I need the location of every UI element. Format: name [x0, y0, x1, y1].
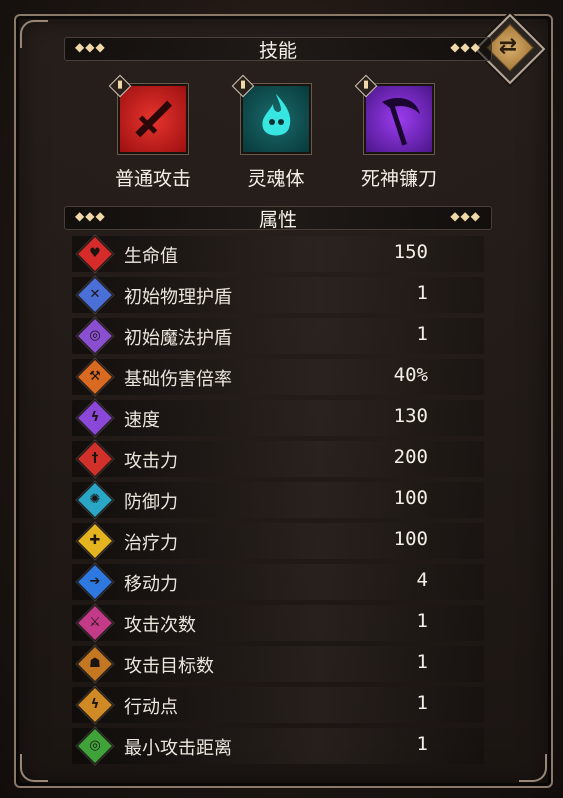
- attribute-name: 行动点: [124, 697, 178, 718]
- attribute-row-action-point: ϟ 行动点 1: [72, 686, 484, 724]
- magic-glyph: ◎: [89, 328, 101, 343]
- spirit-flame-icon: [262, 94, 291, 136]
- attribute-row-attack: † 攻击力 200: [72, 440, 484, 478]
- skill-icon-box: [231, 74, 311, 154]
- defense-glyph: ✺: [89, 492, 101, 507]
- attribute-name: 初始物理护盾: [124, 287, 232, 308]
- boot-glyph: ➔: [89, 574, 101, 589]
- attribute-value: 200: [393, 446, 428, 468]
- crosshair-glyph: ◎: [89, 738, 101, 753]
- bolt-glyph: ϟ: [90, 410, 100, 425]
- attribute-list: ♥ 生命值 150 ✕ 初始物理护盾 1 ◎ 初始魔法护盾 1 ⚒ 基础伤害倍率…: [72, 235, 484, 769]
- attribute-value: 100: [393, 487, 428, 509]
- attribute-value: 1: [416, 651, 428, 673]
- attribute-name: 速度: [124, 410, 160, 431]
- attribute-row-hp: ♥ 生命值 150: [72, 235, 484, 273]
- skill-icon-box: [108, 74, 188, 154]
- attribute-value: 1: [416, 692, 428, 714]
- attributes-title: 属性: [258, 208, 297, 231]
- dagger-icon: [135, 100, 173, 138]
- ornament-dots-icon: ◆◆◆: [450, 209, 481, 223]
- attribute-row-heal: ✚ 治疗力 100: [72, 522, 484, 560]
- attribute-row-magic-shield: ◎ 初始魔法护盾 1: [72, 317, 484, 355]
- skill-soul-body[interactable]: 灵魂体: [221, 74, 331, 191]
- skills-title: 技能: [258, 39, 297, 62]
- attribute-row-min-range: ◎ 最小攻击距离 1: [72, 727, 484, 765]
- attribute-row-speed: ϟ 速度 130: [72, 399, 484, 437]
- lightning-glyph: ϟ: [90, 697, 100, 712]
- attribute-value: 4: [416, 569, 428, 591]
- skill-label: 普通攻击: [114, 168, 191, 190]
- skill-label: 死神镰刀: [360, 168, 437, 190]
- attributes-header: ◆◆◆ 属性 ◆◆◆: [64, 206, 492, 231]
- shield-glyph: ✕: [89, 287, 101, 302]
- scythe-icon: [382, 98, 420, 146]
- ornament-dots-icon: ◆◆◆: [450, 40, 481, 54]
- swap-arrows-icon: ⇄: [498, 34, 518, 59]
- attribute-name: 攻击次数: [124, 615, 196, 636]
- axe-glyph: ⚒: [89, 369, 101, 384]
- attribute-row-target-count: ☗ 攻击目标数 1: [72, 645, 484, 683]
- attribute-value: 40%: [393, 364, 428, 386]
- attribute-row-defense: ✺ 防御力 100: [72, 481, 484, 519]
- attribute-name: 移动力: [124, 574, 178, 595]
- attribute-name: 攻击力: [124, 451, 178, 472]
- skill-icon-box: [354, 74, 434, 154]
- attribute-value: 1: [416, 282, 428, 304]
- corner-ornament: [519, 754, 547, 782]
- corner-ornament: [20, 20, 48, 48]
- attribute-name: 治疗力: [124, 533, 178, 554]
- attribute-value: 1: [416, 733, 428, 755]
- skill-death-scythe[interactable]: 死神镰刀: [344, 74, 454, 191]
- attribute-name: 攻击目标数: [124, 656, 214, 677]
- attribute-value: 1: [416, 610, 428, 632]
- ornament-dots-icon: ◆◆◆: [75, 40, 106, 54]
- skill-normal-attack[interactable]: 普通攻击: [98, 74, 208, 191]
- ornament-dots-icon: ◆◆◆: [75, 209, 106, 223]
- attribute-name: 防御力: [124, 492, 178, 513]
- attribute-value: 100: [393, 528, 428, 550]
- attribute-name: 最小攻击距离: [124, 738, 232, 759]
- attribute-row-attack-count: ⚔ 攻击次数 1: [72, 604, 484, 642]
- sword-glyph: †: [91, 451, 99, 466]
- attribute-value: 150: [393, 241, 428, 263]
- attribute-name: 生命值: [124, 246, 178, 267]
- corner-ornament: [20, 754, 48, 782]
- attribute-name: 初始魔法护盾: [124, 328, 232, 349]
- skill-label: 灵魂体: [247, 168, 305, 190]
- attribute-row-move: ➔ 移动力 4: [72, 563, 484, 601]
- skills-header: ◆◆◆ 技能 ◆◆◆: [64, 37, 492, 62]
- cross-glyph: ✚: [89, 533, 101, 548]
- attribute-value: 1: [416, 323, 428, 345]
- attribute-value: 130: [393, 405, 428, 427]
- attribute-name: 基础伤害倍率: [124, 369, 232, 390]
- heart-glyph: ♥: [89, 246, 101, 261]
- attribute-row-damage-rate: ⚒ 基础伤害倍率 40%: [72, 358, 484, 396]
- figure-glyph: ☗: [89, 656, 101, 671]
- blade-glyph: ⚔: [89, 615, 101, 630]
- attribute-row-physical-shield: ✕ 初始物理护盾 1: [72, 276, 484, 314]
